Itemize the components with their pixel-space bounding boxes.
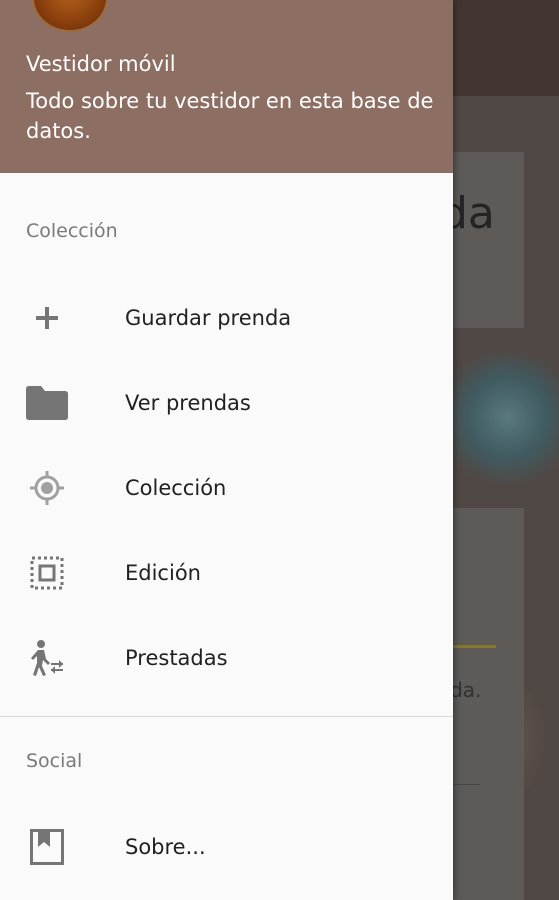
menu-item-label: Sobre... — [125, 835, 206, 859]
walking-person-icon — [26, 637, 68, 679]
section-label-social: Social — [26, 750, 83, 772]
menu-item-prestadas[interactable]: Prestadas — [0, 616, 453, 700]
menu-item-label: Colección — [125, 476, 227, 500]
drawer-header: Vestidor móvil Todo sobre tu vestidor en… — [0, 0, 453, 173]
select-frame-icon — [26, 552, 68, 594]
menu-item-sobre[interactable]: Sobre... — [0, 805, 453, 889]
gps-target-icon — [26, 467, 68, 509]
menu-item-edicion[interactable]: Edición — [0, 531, 453, 615]
app-subtitle: Todo sobre tu vestidor en esta base de d… — [26, 89, 434, 143]
menu-item-label: Edición — [125, 561, 201, 585]
menu-item-label: Guardar prenda — [125, 306, 292, 330]
bookmark-book-icon — [26, 826, 68, 868]
section-divider — [0, 716, 453, 717]
menu-item-label: Prestadas — [125, 646, 228, 670]
menu-item-coleccion[interactable]: Colección — [0, 446, 453, 530]
section-label-coleccion: Colección — [26, 220, 118, 242]
avatar — [32, 0, 108, 32]
app-name: Vestidor móvil — [26, 52, 176, 76]
plus-icon — [26, 297, 68, 339]
folder-icon — [26, 382, 68, 424]
navigation-drawer: Vestidor móvil Todo sobre tu vestidor en… — [0, 0, 453, 900]
menu-item-ver-prendas[interactable]: Ver prendas — [0, 361, 453, 445]
menu-item-guardar-prenda[interactable]: Guardar prenda — [0, 276, 453, 360]
menu-item-label: Ver prendas — [125, 391, 251, 415]
